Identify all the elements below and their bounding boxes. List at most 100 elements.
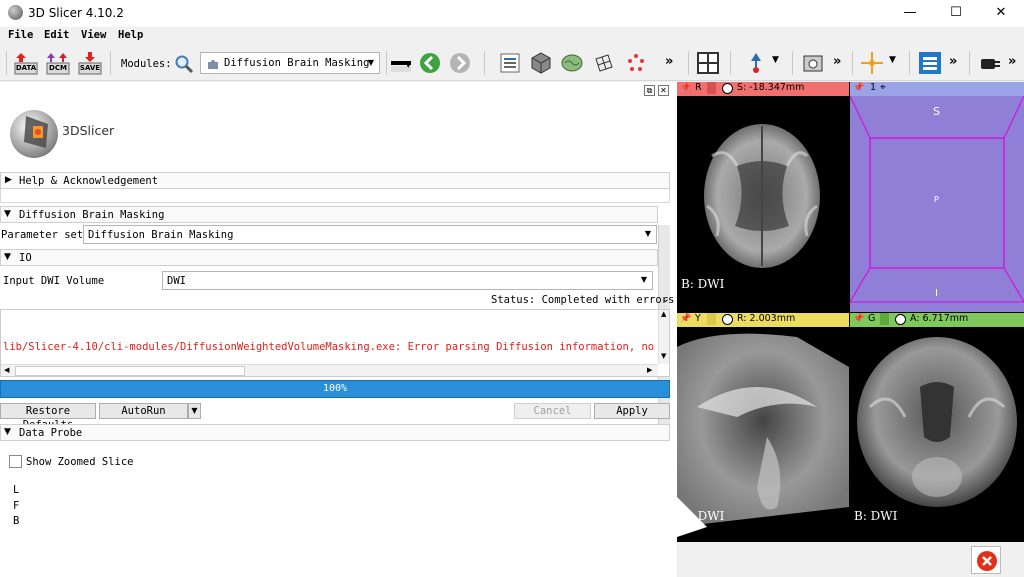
- menu-edit[interactable]: Edit: [44, 29, 69, 41]
- yellow-slice-view[interactable]: B: DWI: [677, 327, 849, 542]
- chevron-down-icon[interactable]: ▼: [772, 55, 779, 65]
- cancel-button[interactable]: Cancel: [514, 403, 591, 419]
- expand-status-icon[interactable]: ⌄: [661, 292, 670, 305]
- autorun-button[interactable]: AutoRun: [99, 403, 188, 419]
- help-section-header[interactable]: ▶ Help & Acknowledgement: [0, 172, 670, 189]
- scroll-up-icon[interactable]: ▲: [661, 310, 666, 318]
- red-slice-view[interactable]: B: DWI: [677, 96, 849, 312]
- green-slice-offset[interactable]: A: 6.717mm: [910, 313, 968, 324]
- link-icon[interactable]: [707, 82, 716, 94]
- dicom-button[interactable]: DCM: [46, 51, 70, 75]
- layout-button[interactable]: [696, 51, 720, 75]
- plug-icon: [981, 59, 1000, 69]
- red-slice-controller[interactable]: 📌 R S: -18.347mm: [677, 82, 849, 96]
- threed-view-controller[interactable]: 📌 1 ⌖: [850, 82, 1024, 96]
- back-button[interactable]: [418, 51, 442, 75]
- green-slice-view[interactable]: B: DWI: [850, 327, 1024, 542]
- grid-icon: [595, 54, 613, 72]
- threed-view[interactable]: S P I: [850, 96, 1024, 312]
- log-hscrollbar[interactable]: ◀ ▶: [1, 364, 658, 376]
- load-data-button[interactable]: DATA: [14, 51, 38, 75]
- toolbar-more-button[interactable]: »: [665, 54, 673, 69]
- autorun-options-button[interactable]: ▼: [188, 403, 201, 419]
- main-toolbar: DATA DCM SAVE Modules: Diffusion Brain M…: [0, 45, 1024, 81]
- cube-icon: [531, 52, 551, 74]
- restore-defaults-button[interactable]: Restore Defaults: [0, 403, 96, 431]
- data-module-button[interactable]: [498, 51, 522, 75]
- log-vscrollbar[interactable]: ▲ ▼: [658, 310, 669, 364]
- maximize-button[interactable]: ☐: [933, 0, 979, 27]
- center-view-icon[interactable]: ⌖: [880, 82, 886, 93]
- transforms-module-button[interactable]: [592, 51, 616, 75]
- scroll-right-icon[interactable]: ▶: [647, 366, 652, 374]
- red-slice-offset[interactable]: S: -18.347mm: [737, 82, 804, 93]
- crosshair-icon: [861, 52, 883, 74]
- yellow-slice-controller[interactable]: 📌 Y R: 2.003mm: [677, 313, 849, 327]
- green-slice-controller[interactable]: 📌 G A: 6.717mm: [850, 313, 1024, 327]
- menu-help[interactable]: Help: [118, 29, 143, 41]
- yellow-slice-offset[interactable]: R: 2.003mm: [737, 313, 795, 324]
- apply-button[interactable]: Apply: [594, 403, 670, 419]
- menu-bar: File Edit View Help: [0, 27, 1024, 45]
- save-button[interactable]: SAVE: [78, 51, 102, 75]
- crosshair-button[interactable]: [860, 51, 884, 75]
- chevron-down-icon[interactable]: ▾: [406, 61, 411, 71]
- python-console-button[interactable]: [978, 51, 1002, 75]
- screenshot-button[interactable]: [801, 51, 825, 75]
- undock-icon[interactable]: ⧉: [644, 85, 655, 96]
- scroll-down-icon[interactable]: ▼: [661, 352, 666, 360]
- camera-icon: [803, 55, 823, 72]
- models-module-button[interactable]: [560, 51, 584, 75]
- progress-text: 100%: [322, 383, 348, 394]
- menu-view[interactable]: View: [81, 29, 106, 41]
- io-section-header[interactable]: ▼ IO: [0, 249, 658, 266]
- chevron-down-icon: ▼: [191, 406, 198, 415]
- pin-icon[interactable]: 📌: [680, 314, 691, 324]
- extensions-button[interactable]: [918, 51, 942, 75]
- module-section-header[interactable]: ▼ Diffusion Brain Masking: [0, 206, 658, 223]
- slicer-logo: [4, 98, 64, 168]
- close-button[interactable]: ✕: [978, 0, 1024, 27]
- forward-button[interactable]: [448, 51, 472, 75]
- scroll-thumb[interactable]: [15, 366, 245, 376]
- toolbar-more-button-4[interactable]: »: [1008, 54, 1016, 69]
- toolbar-more-button-3[interactable]: »: [949, 54, 957, 69]
- error-log-button[interactable]: [971, 546, 1001, 574]
- eye-icon[interactable]: [722, 83, 733, 94]
- search-icon: [175, 55, 194, 74]
- crosshair-mode-button[interactable]: [744, 51, 768, 75]
- show-zoomed-slice-checkbox[interactable]: [9, 455, 22, 468]
- probe-line-f: F: [13, 500, 20, 512]
- pin-icon[interactable]: 📌: [853, 83, 864, 93]
- scroll-left-icon[interactable]: ◀: [4, 366, 9, 374]
- module-search-button[interactable]: [174, 54, 194, 74]
- pin-icon[interactable]: 📌: [853, 314, 864, 324]
- eye-icon[interactable]: [722, 314, 733, 325]
- probe-line-l: L: [13, 484, 20, 496]
- pin-icon[interactable]: 📌: [680, 83, 691, 93]
- collapse-icon: ▼: [4, 209, 11, 219]
- red-volume-label: B: DWI: [681, 277, 725, 291]
- parameter-set-label: Parameter set:: [1, 229, 90, 241]
- layout-icon: [697, 52, 719, 74]
- menu-file[interactable]: File: [8, 29, 33, 41]
- minimize-button[interactable]: —: [887, 0, 933, 27]
- volumes-module-button[interactable]: [529, 51, 553, 75]
- status-text: Status: Completed with errors: [491, 294, 675, 306]
- data-probe-section-header[interactable]: ▼ Data Probe: [0, 424, 670, 441]
- mouse-mode-icon: [751, 53, 761, 73]
- collapse-icon: ▼: [4, 252, 11, 262]
- module-selector[interactable]: Diffusion Brain Masking ▼: [200, 52, 380, 74]
- eye-icon[interactable]: [895, 314, 906, 325]
- progress-bar: 100%: [0, 380, 670, 398]
- link-icon[interactable]: [880, 313, 889, 325]
- link-icon[interactable]: [707, 313, 716, 325]
- parameter-set-combo[interactable]: Diffusion Brain Masking ▼: [83, 225, 657, 244]
- toolbar-more-button-2[interactable]: »: [833, 54, 841, 69]
- markups-module-button[interactable]: [624, 51, 648, 75]
- input-dwi-combo[interactable]: DWI ▼: [162, 271, 653, 290]
- close-panel-icon[interactable]: ✕: [658, 85, 669, 96]
- collapse-icon: ▼: [4, 427, 11, 437]
- chevron-down-icon[interactable]: ▼: [889, 55, 896, 65]
- error-log-box[interactable]: lib/Slicer-4.10/cli-modules/DiffusionWei…: [0, 309, 670, 377]
